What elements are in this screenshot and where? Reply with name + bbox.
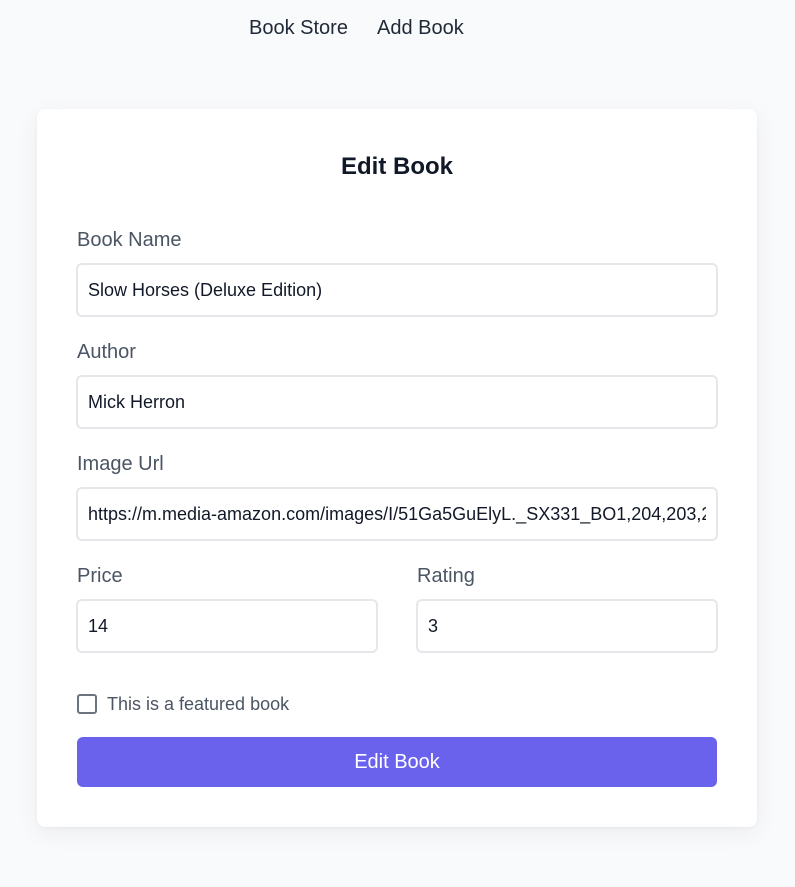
price-input[interactable] <box>76 599 378 653</box>
form-title: Edit Book <box>341 153 453 180</box>
edit-book-form: Edit Book Book Name Author Image Url Pri… <box>37 109 757 827</box>
author-label: Author <box>77 341 136 363</box>
image-url-label: Image Url <box>77 453 164 475</box>
featured-checkbox[interactable] <box>77 694 97 714</box>
image-url-input[interactable] <box>76 487 718 541</box>
rating-label: Rating <box>417 565 475 587</box>
author-input[interactable] <box>76 375 718 429</box>
featured-checkbox-label[interactable]: This is a featured book <box>107 693 289 715</box>
book-name-input[interactable] <box>76 263 718 317</box>
edit-book-button[interactable]: Edit Book <box>77 737 717 787</box>
price-label: Price <box>77 565 123 587</box>
nav-link-add-book[interactable]: Add Book <box>377 16 464 40</box>
rating-input[interactable] <box>416 599 718 653</box>
nav-link-book-store[interactable]: Book Store <box>249 16 348 40</box>
book-name-label: Book Name <box>77 229 182 251</box>
top-navigation: Book Store Add Book <box>0 0 795 56</box>
featured-checkbox-row: This is a featured book <box>77 693 289 715</box>
